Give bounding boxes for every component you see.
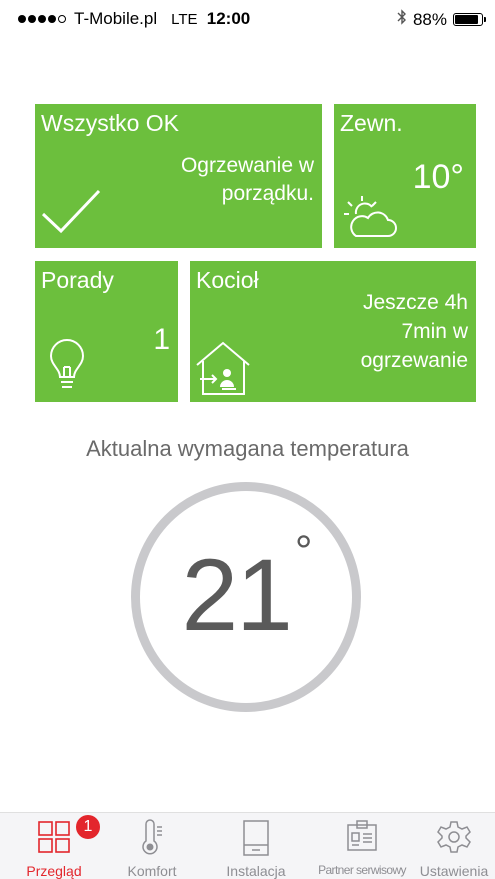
id-card-icon <box>347 820 377 851</box>
status-bar: T-Mobile.pl LTE 12:00 88% <box>0 0 495 40</box>
boiler-tile-title: Kocioł <box>196 267 259 293</box>
grid-icon <box>38 821 70 853</box>
clock: 12:00 <box>206 9 251 28</box>
boiler-status-line: Jeszcze 4h <box>362 291 468 314</box>
boiler-status-line: 7min w <box>401 320 468 343</box>
boiler-tile[interactable]: Kocioł Jeszcze 4h 7min w ogrzewanie <box>190 261 476 402</box>
status-tile-title: Wszystko OK <box>41 110 180 136</box>
device-icon <box>243 820 269 856</box>
boiler-status-message: Jeszcze 4h 7min w ogrzewanie <box>268 288 468 375</box>
gear-icon <box>437 821 471 853</box>
tab-overview[interactable]: 1 Przegląd <box>14 813 102 879</box>
lightbulb-icon <box>49 339 85 388</box>
tab-service-partner[interactable]: Partner serwisowy <box>310 813 414 879</box>
degree-symbol: ° <box>294 527 313 576</box>
home-presence-icon <box>196 341 250 395</box>
tab-installation[interactable]: Instalacja <box>216 813 296 879</box>
temperature-dial[interactable]: 21° <box>131 482 361 712</box>
tab-comfort[interactable]: Komfort <box>112 813 192 879</box>
tab-label: Ustawienia <box>419 863 489 879</box>
checkmark-icon <box>41 189 101 234</box>
outside-tile-title: Zewn. <box>340 110 403 136</box>
tab-label: Instalacja <box>226 863 286 879</box>
required-temperature-value: 21 <box>181 538 292 652</box>
thermometer-icon <box>142 819 162 855</box>
status-tile-message: Ogrzewanie w porządku. <box>180 154 314 205</box>
outside-temperature-tile[interactable]: Zewn. 10° <box>334 104 476 248</box>
battery-icon <box>453 13 486 26</box>
bluetooth-icon <box>397 9 407 30</box>
notification-badge: 1 <box>74 813 102 841</box>
boiler-status-line: ogrzewanie <box>360 349 468 372</box>
battery-percentage: 88% <box>412 9 447 29</box>
tab-label: Przegląd <box>26 863 82 879</box>
tab-settings[interactable]: Ustawienia <box>414 813 494 879</box>
tips-tile-title: Porady <box>41 267 114 293</box>
status-right: 88% <box>397 9 486 30</box>
tab-bar: 1 Przegląd Komfort Instalacja Partner se… <box>0 812 495 879</box>
partly-cloudy-icon <box>344 196 397 237</box>
outside-temperature: 10° <box>412 158 464 196</box>
status-tile[interactable]: Wszystko OK Ogrzewanie w porządku. <box>35 104 322 248</box>
required-temperature-label: Aktualna wymagana temperatura <box>86 436 409 461</box>
tips-tile[interactable]: Porady 1 <box>35 261 178 402</box>
tips-count: 1 <box>153 323 170 356</box>
tab-label: Partner serwisowy <box>318 863 406 877</box>
tab-label: Komfort <box>127 863 177 879</box>
